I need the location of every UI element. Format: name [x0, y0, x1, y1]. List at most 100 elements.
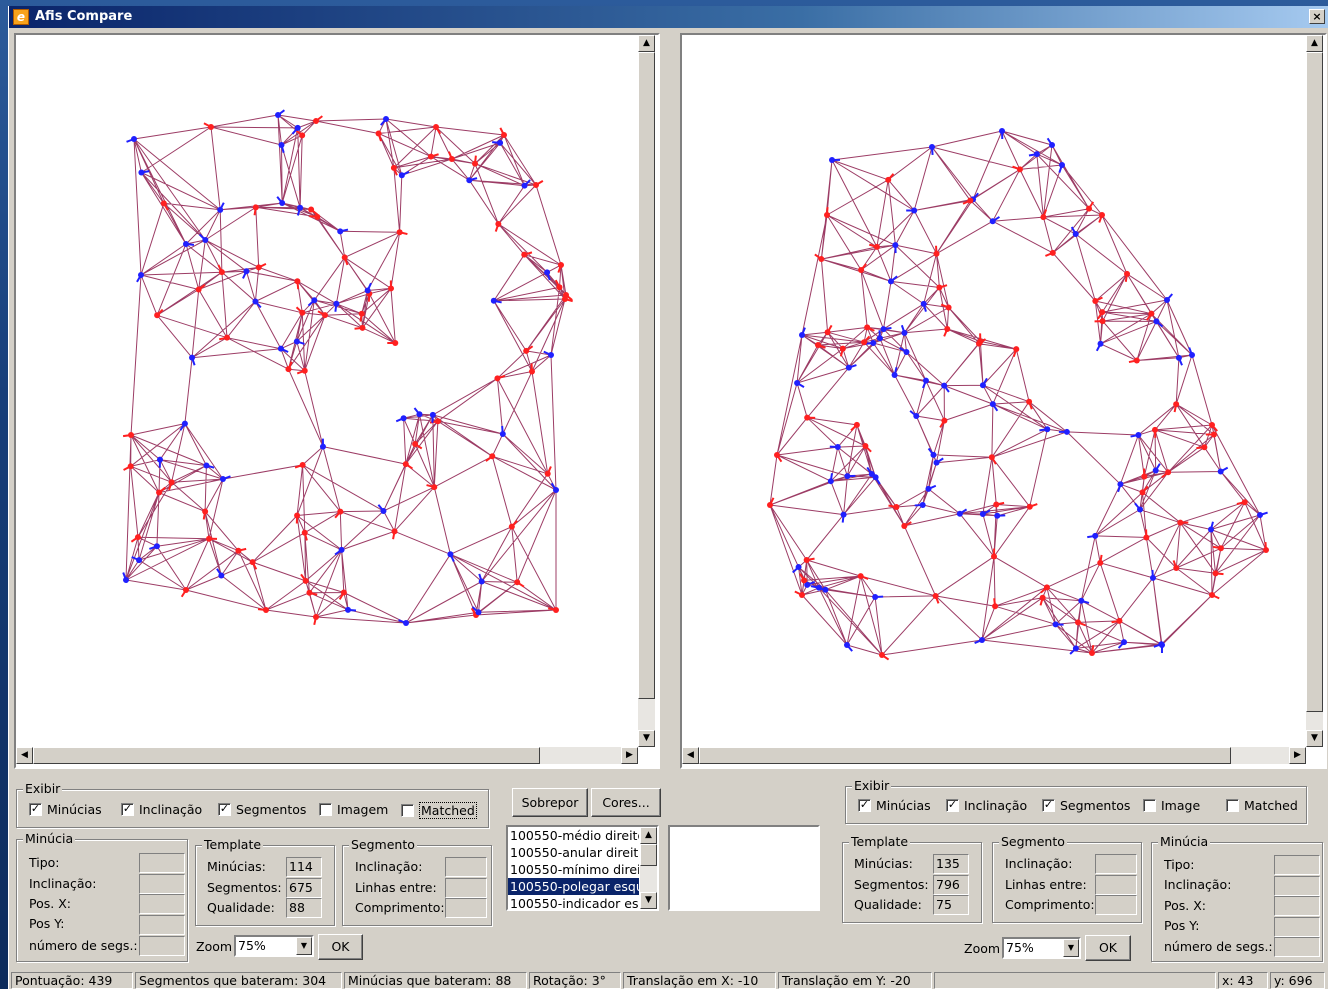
minutia-point[interactable]: [521, 182, 528, 189]
minutia-point[interactable]: [1257, 512, 1263, 518]
minutia-point[interactable]: [293, 338, 300, 345]
minutia-point[interactable]: [903, 348, 910, 355]
minutia-point[interactable]: [1049, 142, 1055, 148]
minutia-point[interactable]: [189, 354, 196, 361]
minutia-point[interactable]: [1075, 619, 1082, 626]
minutia-point[interactable]: [263, 607, 269, 613]
minutia-point[interactable]: [275, 112, 281, 118]
minutia-point[interactable]: [249, 559, 256, 566]
minutia-point[interactable]: [1063, 428, 1070, 435]
minutia-point[interactable]: [1026, 398, 1033, 405]
minutia-point[interactable]: [1072, 230, 1079, 237]
minutia-point[interactable]: [252, 298, 259, 305]
minutia-point[interactable]: [861, 339, 868, 346]
minutia-point[interactable]: [1165, 469, 1172, 476]
minutia-point[interactable]: [993, 501, 1000, 508]
right-minucias-checkbox[interactable]: ✓ Minúcias: [858, 798, 931, 813]
minutia-point[interactable]: [160, 200, 167, 207]
minutia-point[interactable]: [1013, 346, 1020, 353]
minutia-point[interactable]: [501, 132, 507, 138]
left-hscroll-thumb[interactable]: [33, 747, 540, 764]
minutia-point[interactable]: [136, 557, 143, 564]
minutia-point[interactable]: [434, 418, 441, 425]
minutia-point[interactable]: [829, 157, 835, 163]
minutia-point[interactable]: [333, 300, 340, 307]
minutia-point[interactable]: [979, 637, 985, 643]
minutia-point[interactable]: [1099, 318, 1106, 325]
minutia-point[interactable]: [321, 312, 328, 319]
minutia-point[interactable]: [989, 401, 996, 408]
minutia-point[interactable]: [941, 417, 948, 424]
minutia-point[interactable]: [803, 556, 810, 563]
minutia-point[interactable]: [815, 584, 822, 591]
minutia-point[interactable]: [1026, 503, 1033, 510]
minutia-point[interactable]: [433, 124, 439, 130]
minutia-point[interactable]: [314, 213, 321, 220]
minutia-point[interactable]: [341, 254, 348, 261]
scroll-right-icon[interactable]: ▶: [621, 747, 638, 764]
checkbox-mark[interactable]: ✓: [121, 803, 134, 816]
minutia-point[interactable]: [313, 118, 319, 124]
left-segmentos-checkbox[interactable]: ✓ Segmentos: [218, 802, 306, 817]
minutia-point[interactable]: [892, 242, 899, 249]
list-item-selected[interactable]: 100550-polegar esquerdo: [508, 878, 639, 895]
minutia-point[interactable]: [427, 153, 434, 160]
minutia-point[interactable]: [1175, 354, 1182, 361]
minutia-point[interactable]: [933, 250, 940, 257]
minutia-point[interactable]: [1097, 559, 1104, 566]
minutia-point[interactable]: [128, 432, 134, 438]
minutia-point[interactable]: [1152, 467, 1159, 474]
minutia-point[interactable]: [1210, 431, 1217, 438]
right-horizontal-scrollbar[interactable]: ◀ ▶: [682, 747, 1306, 764]
minutia-point[interactable]: [944, 326, 951, 333]
minutia-point[interactable]: [1086, 205, 1093, 212]
minutia-point[interactable]: [311, 297, 318, 304]
minutia-point[interactable]: [824, 212, 830, 218]
minutia-point[interactable]: [337, 228, 344, 235]
minutia-point[interactable]: [561, 296, 568, 303]
minutia-point[interactable]: [243, 268, 250, 275]
minutia-point[interactable]: [466, 177, 473, 184]
minutia-point[interactable]: [1052, 621, 1059, 628]
minutia-point[interactable]: [181, 420, 188, 427]
minutia-point[interactable]: [224, 334, 231, 341]
minutia-point[interactable]: [991, 553, 998, 560]
minutia-point[interactable]: [1040, 214, 1047, 221]
minutia-point[interactable]: [1039, 594, 1046, 601]
minutia-point[interactable]: [1099, 309, 1106, 316]
minutia-point[interactable]: [767, 502, 773, 508]
left-vscroll-thumb[interactable]: [638, 52, 655, 699]
right-vertical-scrollbar[interactable]: ▲ ▼: [1306, 35, 1323, 747]
minutia-point[interactable]: [941, 382, 948, 389]
scroll-down-icon[interactable]: ▼: [640, 892, 657, 909]
minutia-point[interactable]: [1149, 574, 1156, 581]
minutia-point[interactable]: [844, 642, 850, 648]
minutia-point[interactable]: [799, 592, 805, 598]
minutia-point[interactable]: [822, 586, 829, 593]
minutia-point[interactable]: [911, 207, 918, 214]
minutia-point[interactable]: [873, 243, 880, 250]
minutia-point[interactable]: [1078, 597, 1085, 604]
minutia-point[interactable]: [801, 577, 808, 584]
right-matched-checkbox[interactable]: Matched: [1226, 798, 1298, 813]
minutia-point[interactable]: [1089, 650, 1095, 656]
minutia-point[interactable]: [979, 382, 986, 389]
minutia-point[interactable]: [383, 116, 389, 122]
minutia-point[interactable]: [375, 130, 382, 137]
minutia-point[interactable]: [1173, 564, 1180, 571]
minutia-point[interactable]: [472, 160, 479, 167]
list-scrollbar[interactable]: ▲ ▼: [640, 827, 657, 909]
minutia-point[interactable]: [827, 478, 834, 485]
minutia-point[interactable]: [1148, 310, 1155, 317]
minutia-point[interactable]: [294, 512, 301, 519]
minutia-point[interactable]: [919, 501, 926, 508]
minutia-point[interactable]: [1092, 298, 1099, 305]
minutia-point[interactable]: [1158, 641, 1165, 648]
minutia-point[interactable]: [1137, 506, 1144, 513]
minutia-point[interactable]: [901, 522, 908, 529]
minutia-point[interactable]: [1153, 318, 1160, 325]
checkbox-mark[interactable]: [1143, 799, 1156, 812]
minutia-point[interactable]: [396, 229, 403, 236]
minutia-point[interactable]: [879, 652, 885, 658]
scroll-down-icon[interactable]: ▼: [1306, 730, 1323, 747]
